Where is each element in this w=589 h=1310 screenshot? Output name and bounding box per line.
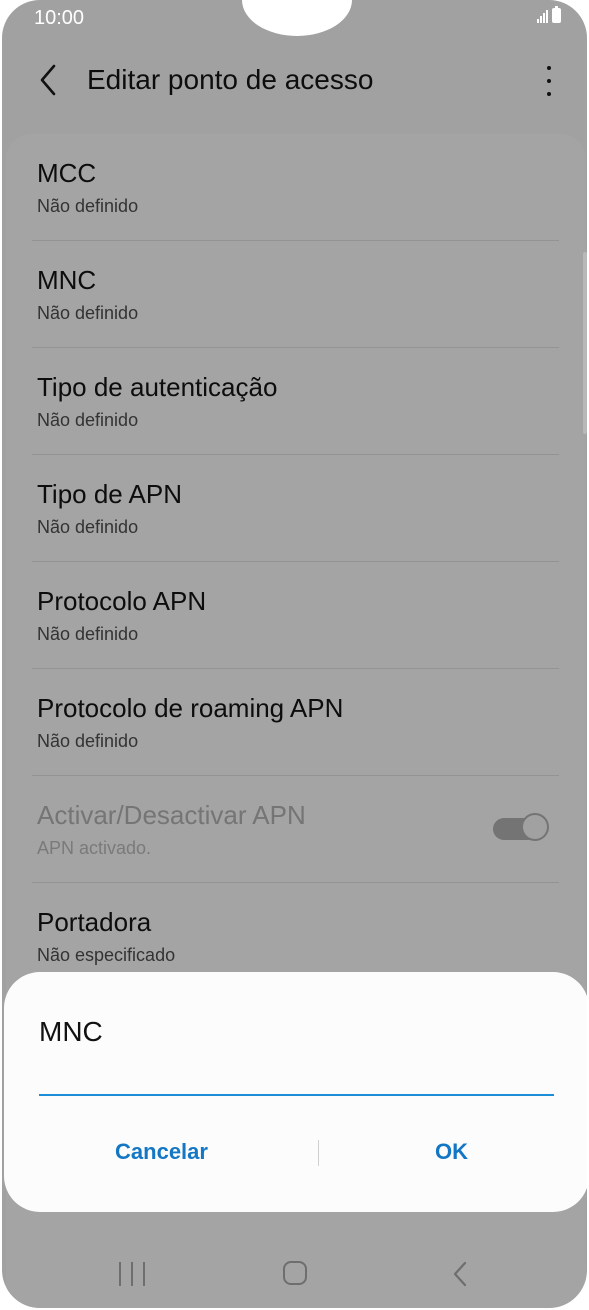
setting-apn-enable: Activar/Desactivar APN APN activado. bbox=[2, 776, 587, 883]
back-arrow-icon[interactable] bbox=[36, 63, 64, 97]
setting-apn-type[interactable]: Tipo de APN Não definido bbox=[2, 455, 587, 562]
setting-value: APN activado. bbox=[37, 838, 152, 858]
setting-mcc[interactable]: MCC Não definido bbox=[2, 134, 587, 241]
camera-notch bbox=[242, 0, 352, 36]
navigation-bar bbox=[2, 1238, 587, 1308]
setting-apn-roaming-protocol[interactable]: Protocolo de roaming APN Não definido bbox=[2, 669, 587, 776]
setting-value: Não definido bbox=[37, 410, 139, 430]
setting-value: Não definido bbox=[37, 196, 139, 216]
setting-title: Protocolo de roaming APN bbox=[37, 693, 344, 723]
mnc-input[interactable] bbox=[39, 1064, 554, 1096]
status-icons bbox=[537, 6, 561, 23]
status-time: 10:00 bbox=[34, 7, 85, 29]
recent-apps-icon[interactable] bbox=[119, 1262, 145, 1286]
setting-mnc[interactable]: MNC Não definido bbox=[2, 241, 587, 348]
more-options-icon[interactable] bbox=[541, 64, 557, 98]
setting-value: Não definido bbox=[37, 303, 139, 323]
signal-icon bbox=[537, 9, 548, 23]
setting-title: MNC bbox=[37, 265, 97, 295]
setting-title: Portadora bbox=[37, 907, 152, 937]
dialog-title: MNC bbox=[39, 1016, 103, 1047]
cancel-button[interactable]: Cancelar bbox=[4, 1132, 319, 1172]
setting-apn-protocol[interactable]: Protocolo APN Não definido bbox=[2, 562, 587, 669]
app-bar: Editar ponto de acesso bbox=[2, 50, 587, 110]
setting-auth-type[interactable]: Tipo de autenticação Não definido bbox=[2, 348, 587, 455]
home-icon[interactable] bbox=[283, 1261, 307, 1285]
battery-icon bbox=[552, 6, 561, 23]
setting-title: Activar/Desactivar APN bbox=[37, 800, 306, 830]
apn-enable-toggle bbox=[493, 813, 549, 843]
mnc-dialog: MNC Cancelar OK bbox=[4, 972, 587, 1212]
setting-value: Não definido bbox=[37, 731, 139, 751]
nav-back-icon[interactable] bbox=[450, 1260, 470, 1288]
page-title: Editar ponto de acesso bbox=[87, 64, 374, 95]
setting-value: Não especificado bbox=[37, 945, 176, 965]
screen: 10:00 Editar ponto de acesso MCC Não def… bbox=[2, 0, 587, 1308]
setting-title: Tipo de autenticação bbox=[37, 372, 278, 402]
phone-frame: 10:00 Editar ponto de acesso MCC Não def… bbox=[0, 0, 589, 1310]
setting-title: MCC bbox=[37, 158, 97, 188]
setting-value: Não definido bbox=[37, 517, 139, 537]
settings-list: MCC Não definido MNC Não definido Tipo d… bbox=[2, 134, 587, 990]
ok-button[interactable]: OK bbox=[319, 1132, 584, 1172]
setting-title: Protocolo APN bbox=[37, 586, 207, 616]
setting-title: Tipo de APN bbox=[37, 479, 183, 509]
setting-value: Não definido bbox=[37, 624, 139, 644]
